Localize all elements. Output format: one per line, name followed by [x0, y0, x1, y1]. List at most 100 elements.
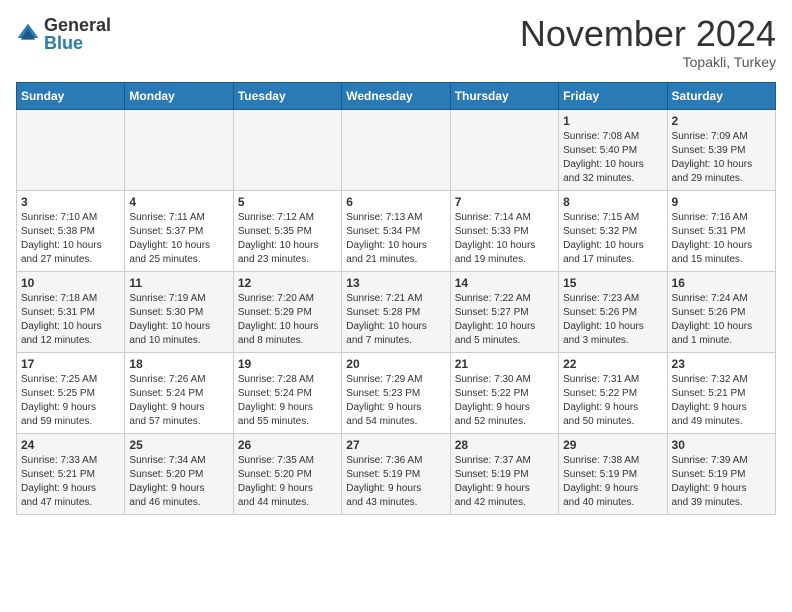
- calendar-cell-w5-d6: 29Sunrise: 7:38 AM Sunset: 5:19 PM Dayli…: [559, 434, 667, 515]
- calendar-cell-w5-d2: 25 Sunrise: 7:34 AM Sunset: 5:20 PM Dayli…: [125, 434, 233, 515]
- day-number: 8: [563, 195, 662, 209]
- calendar-cell-w4-d1: 17Sunrise: 7:25 AM Sunset: 5:25 PM Dayli…: [17, 353, 125, 434]
- calendar-cell-w4-d7: 23 Sunrise: 7:32 AM Sunset: 5:21 PM Dayli…: [667, 353, 775, 434]
- calendar-cell-w4-d3: 19 Sunrise: 7:28 AM Sunset: 5:24 PM Dayli…: [233, 353, 341, 434]
- day-info: Sunrise: 7:28 AM Sunset: 5:24 PM Dayligh…: [238, 373, 337, 429]
- day-info: Sunrise: 7:24 AM Sunset: 5:26 PM Dayligh…: [672, 292, 771, 348]
- calendar-week-3: 10 Sunrise: 7:18 AM Sunset: 5:31 PM Dayli…: [17, 272, 776, 353]
- day-info: Sunrise: 7:09 AM Sunset: 5:39 PM Dayligh…: [672, 130, 771, 186]
- day-info: Sunrise: 7:22 AM Sunset: 5:27 PM Dayligh…: [455, 292, 554, 348]
- calendar-cell-w5-d5: 28 Sunrise: 7:37 AM Sunset: 5:19 PM Dayli…: [450, 434, 558, 515]
- day-number: 14: [455, 276, 554, 290]
- day-info: Sunrise: 7:30 AM Sunset: 5:22 PM Dayligh…: [455, 373, 554, 429]
- day-number: 12: [238, 276, 337, 290]
- day-info: Sunrise: 7:31 AM Sunset: 5:22 PM Dayligh…: [563, 373, 662, 429]
- day-info: Sunrise: 7:39 AM Sunset: 5:19 PM Dayligh…: [672, 454, 771, 510]
- day-info: Sunrise: 7:19 AM Sunset: 5:30 PM Dayligh…: [129, 292, 228, 348]
- calendar-week-4: 17Sunrise: 7:25 AM Sunset: 5:25 PM Dayli…: [17, 353, 776, 434]
- calendar-cell-w4-d5: 21 Sunrise: 7:30 AM Sunset: 5:22 PM Dayli…: [450, 353, 558, 434]
- calendar-cell-w3-d4: 13Sunrise: 7:21 AM Sunset: 5:28 PM Dayli…: [342, 272, 450, 353]
- day-number: 4: [129, 195, 228, 209]
- weekday-header-monday: Monday: [125, 83, 233, 110]
- day-number: 11: [129, 276, 228, 290]
- day-number: 29: [563, 438, 662, 452]
- calendar-cell-w5-d7: 30 Sunrise: 7:39 AM Sunset: 5:19 PM Dayli…: [667, 434, 775, 515]
- calendar-cell-w4-d6: 22 Sunrise: 7:31 AM Sunset: 5:22 PM Dayli…: [559, 353, 667, 434]
- calendar-table: SundayMondayTuesdayWednesdayThursdayFrid…: [16, 82, 776, 515]
- day-number: 1: [563, 114, 662, 128]
- day-info: Sunrise: 7:08 AM Sunset: 5:40 PM Dayligh…: [563, 130, 662, 186]
- logo-general-text: General: [44, 16, 111, 34]
- calendar-cell-w2-d1: 3Sunrise: 7:10 AM Sunset: 5:38 PM Daylig…: [17, 191, 125, 272]
- day-info: Sunrise: 7:37 AM Sunset: 5:19 PM Dayligh…: [455, 454, 554, 510]
- day-info: Sunrise: 7:20 AM Sunset: 5:29 PM Dayligh…: [238, 292, 337, 348]
- day-number: 23: [672, 357, 771, 371]
- calendar-cell-w3-d5: 14 Sunrise: 7:22 AM Sunset: 5:27 PM Dayli…: [450, 272, 558, 353]
- calendar-cell-w1-d3: [233, 110, 341, 191]
- day-number: 20: [346, 357, 445, 371]
- calendar-cell-w3-d1: 10 Sunrise: 7:18 AM Sunset: 5:31 PM Dayli…: [17, 272, 125, 353]
- calendar-cell-w3-d3: 12 Sunrise: 7:20 AM Sunset: 5:29 PM Dayli…: [233, 272, 341, 353]
- day-info: Sunrise: 7:33 AM Sunset: 5:21 PM Dayligh…: [21, 454, 120, 510]
- calendar-cell-w2-d7: 9Sunrise: 7:16 AM Sunset: 5:31 PM Daylig…: [667, 191, 775, 272]
- calendar-cell-w5-d4: 27Sunrise: 7:36 AM Sunset: 5:19 PM Dayli…: [342, 434, 450, 515]
- calendar-cell-w1-d7: 2 Sunrise: 7:09 AM Sunset: 5:39 PM Daylig…: [667, 110, 775, 191]
- day-info: Sunrise: 7:15 AM Sunset: 5:32 PM Dayligh…: [563, 211, 662, 267]
- weekday-header-saturday: Saturday: [667, 83, 775, 110]
- logo-icon: [16, 22, 40, 46]
- calendar-week-1: 1 Sunrise: 7:08 AM Sunset: 5:40 PM Daylig…: [17, 110, 776, 191]
- day-info: Sunrise: 7:34 AM Sunset: 5:20 PM Dayligh…: [129, 454, 228, 510]
- day-number: 2: [672, 114, 771, 128]
- weekday-header-wednesday: Wednesday: [342, 83, 450, 110]
- calendar-cell-w1-d4: [342, 110, 450, 191]
- day-number: 25: [129, 438, 228, 452]
- day-info: Sunrise: 7:32 AM Sunset: 5:21 PM Dayligh…: [672, 373, 771, 429]
- calendar-cell-w4-d2: 18Sunrise: 7:26 AM Sunset: 5:24 PM Dayli…: [125, 353, 233, 434]
- day-info: Sunrise: 7:18 AM Sunset: 5:31 PM Dayligh…: [21, 292, 120, 348]
- weekday-header-thursday: Thursday: [450, 83, 558, 110]
- calendar-cell-w1-d5: [450, 110, 558, 191]
- calendar-cell-w5-d3: 26 Sunrise: 7:35 AM Sunset: 5:20 PM Dayli…: [233, 434, 341, 515]
- calendar-header: SundayMondayTuesdayWednesdayThursdayFrid…: [17, 83, 776, 110]
- title-section: November 2024 Topakli, Turkey: [520, 16, 776, 70]
- calendar-cell-w3-d7: 16Sunrise: 7:24 AM Sunset: 5:26 PM Dayli…: [667, 272, 775, 353]
- day-info: Sunrise: 7:10 AM Sunset: 5:38 PM Dayligh…: [21, 211, 120, 267]
- day-number: 22: [563, 357, 662, 371]
- day-number: 30: [672, 438, 771, 452]
- day-number: 21: [455, 357, 554, 371]
- weekday-header-tuesday: Tuesday: [233, 83, 341, 110]
- day-number: 6: [346, 195, 445, 209]
- day-number: 7: [455, 195, 554, 209]
- page-header: General Blue November 2024 Topakli, Turk…: [16, 16, 776, 70]
- day-number: 10: [21, 276, 120, 290]
- calendar-cell-w2-d6: 8 Sunrise: 7:15 AM Sunset: 5:32 PM Daylig…: [559, 191, 667, 272]
- day-number: 19: [238, 357, 337, 371]
- calendar-cell-w1-d1: [17, 110, 125, 191]
- weekday-header-friday: Friday: [559, 83, 667, 110]
- day-number: 26: [238, 438, 337, 452]
- calendar-cell-w3-d6: 15Sunrise: 7:23 AM Sunset: 5:26 PM Dayli…: [559, 272, 667, 353]
- location-text: Topakli, Turkey: [520, 54, 776, 70]
- calendar-week-2: 3Sunrise: 7:10 AM Sunset: 5:38 PM Daylig…: [17, 191, 776, 272]
- day-info: Sunrise: 7:26 AM Sunset: 5:24 PM Dayligh…: [129, 373, 228, 429]
- calendar-cell-w2-d4: 6Sunrise: 7:13 AM Sunset: 5:34 PM Daylig…: [342, 191, 450, 272]
- calendar-cell-w1-d6: 1 Sunrise: 7:08 AM Sunset: 5:40 PM Daylig…: [559, 110, 667, 191]
- calendar-cell-w5-d1: 24 Sunrise: 7:33 AM Sunset: 5:21 PM Dayli…: [17, 434, 125, 515]
- day-info: Sunrise: 7:21 AM Sunset: 5:28 PM Dayligh…: [346, 292, 445, 348]
- day-info: Sunrise: 7:11 AM Sunset: 5:37 PM Dayligh…: [129, 211, 228, 267]
- calendar-cell-w1-d2: [125, 110, 233, 191]
- day-info: Sunrise: 7:12 AM Sunset: 5:35 PM Dayligh…: [238, 211, 337, 267]
- day-number: 28: [455, 438, 554, 452]
- logo: General Blue: [16, 16, 111, 52]
- day-info: Sunrise: 7:25 AM Sunset: 5:25 PM Dayligh…: [21, 373, 120, 429]
- weekday-header-row: SundayMondayTuesdayWednesdayThursdayFrid…: [17, 83, 776, 110]
- calendar-cell-w2-d3: 5Sunrise: 7:12 AM Sunset: 5:35 PM Daylig…: [233, 191, 341, 272]
- day-info: Sunrise: 7:35 AM Sunset: 5:20 PM Dayligh…: [238, 454, 337, 510]
- day-number: 24: [21, 438, 120, 452]
- calendar-body: 1 Sunrise: 7:08 AM Sunset: 5:40 PM Daylig…: [17, 110, 776, 515]
- month-title: November 2024: [520, 16, 776, 52]
- day-info: Sunrise: 7:14 AM Sunset: 5:33 PM Dayligh…: [455, 211, 554, 267]
- calendar-week-5: 24 Sunrise: 7:33 AM Sunset: 5:21 PM Dayli…: [17, 434, 776, 515]
- day-info: Sunrise: 7:23 AM Sunset: 5:26 PM Dayligh…: [563, 292, 662, 348]
- day-info: Sunrise: 7:16 AM Sunset: 5:31 PM Dayligh…: [672, 211, 771, 267]
